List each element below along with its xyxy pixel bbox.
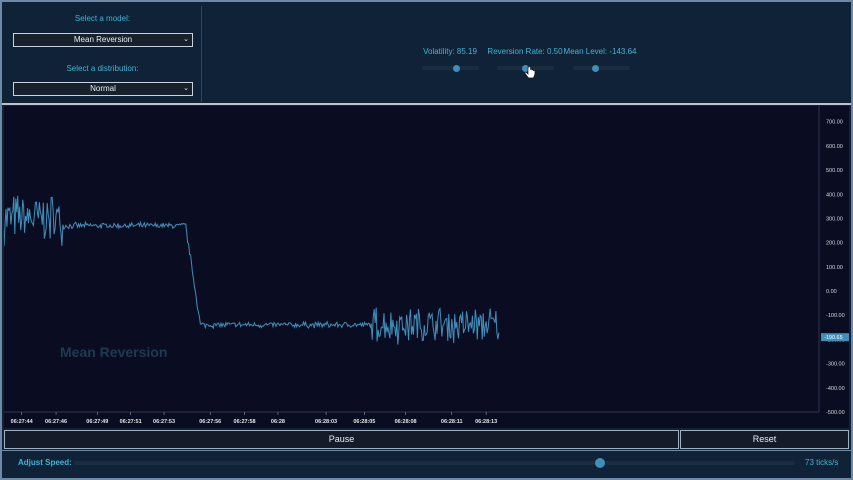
x-tick-label: 06:27:51 xyxy=(120,419,142,425)
mean-level-slider[interactable] xyxy=(573,64,630,72)
mean-level-label: Mean Level: -143.64 xyxy=(563,47,637,56)
speed-label: Adjust Speed: xyxy=(18,458,72,467)
x-tick-label: 06:27:44 xyxy=(11,419,34,425)
y-tick-label: -300.00 xyxy=(826,362,845,368)
model-watermark: Mean Reversion xyxy=(60,344,168,360)
x-tick-label: 06:27:49 xyxy=(86,419,108,425)
volatility-slider-group: Volatility: 85.19 xyxy=(410,47,490,72)
x-tick-label: 06:28:03 xyxy=(315,419,337,425)
y-tick-label: 100.00 xyxy=(826,265,843,271)
y-tick-label: 0.00 xyxy=(826,289,837,295)
speed-value: 73 ticks/s xyxy=(805,458,839,467)
x-tick-label: 06:28:08 xyxy=(395,419,417,425)
model-select-value: Mean Reversion xyxy=(73,35,133,44)
volatility-slider[interactable] xyxy=(422,64,479,72)
x-tick-label: 06:27:46 xyxy=(45,419,67,425)
x-tick-label: 06:27:58 xyxy=(234,419,256,425)
y-tick-label: -400.00 xyxy=(826,386,845,392)
chevron-down-icon: ⌄ xyxy=(183,36,189,43)
distribution-select-value: Normal xyxy=(90,84,116,93)
model-select[interactable]: Mean Reversion ⌄ xyxy=(13,33,193,47)
x-tick-label: 06:28 xyxy=(271,419,285,425)
y-tick-label: 400.00 xyxy=(826,192,843,198)
x-tick-label: 06:28:11 xyxy=(441,419,463,425)
chart-canvas: 700.00 600.00 500.00 400.00 300.00 200.00 100.… xyxy=(3,106,849,425)
current-value-label: -190.65 xyxy=(824,335,843,341)
mean-level-slider-group: Mean Level: -143.64 xyxy=(560,47,640,72)
y-tick-label: 600.00 xyxy=(826,144,843,150)
series-line xyxy=(3,195,500,345)
y-tick-label: 700.00 xyxy=(826,120,843,126)
volatility-label: Volatility: 85.19 xyxy=(423,47,477,56)
mean-level-slider-thumb[interactable] xyxy=(592,64,600,72)
x-tick-label: 06:28:05 xyxy=(353,419,375,425)
y-tick-label: -500.00 xyxy=(826,410,845,416)
y-tick-label: -100.00 xyxy=(826,313,845,319)
y-tick-label: 200.00 xyxy=(826,241,843,247)
hand-cursor-icon xyxy=(524,66,536,79)
reset-button[interactable]: Reset xyxy=(680,430,849,449)
reversion-rate-slider-group: Reversion Rate: 0.50 xyxy=(485,47,565,72)
x-tick-label: 06:27:56 xyxy=(199,419,221,425)
price-chart: 700.00 600.00 500.00 400.00 300.00 200.00 100.… xyxy=(3,106,849,428)
reversion-rate-label: Reversion Rate: 0.50 xyxy=(487,47,563,56)
x-tick-label: 06:28:13 xyxy=(475,419,497,425)
speed-slider[interactable] xyxy=(74,458,795,468)
chevron-down-icon: ⌄ xyxy=(183,85,189,92)
header-divider xyxy=(2,103,851,105)
model-select-label: Select a model: xyxy=(74,14,131,23)
volatility-slider-thumb[interactable] xyxy=(452,64,460,72)
y-tick-label: 300.00 xyxy=(826,216,843,222)
selector-panel: Select a model: Mean Reversion ⌄ Select … xyxy=(4,6,202,102)
footer-divider xyxy=(2,450,851,451)
y-tick-label: 500.00 xyxy=(826,168,843,174)
pause-button[interactable]: Pause xyxy=(4,430,679,449)
distribution-select-label: Select a distribution: xyxy=(66,64,139,73)
x-tick-label: 06:27:53 xyxy=(153,419,175,425)
distribution-select[interactable]: Normal ⌄ xyxy=(13,82,193,96)
